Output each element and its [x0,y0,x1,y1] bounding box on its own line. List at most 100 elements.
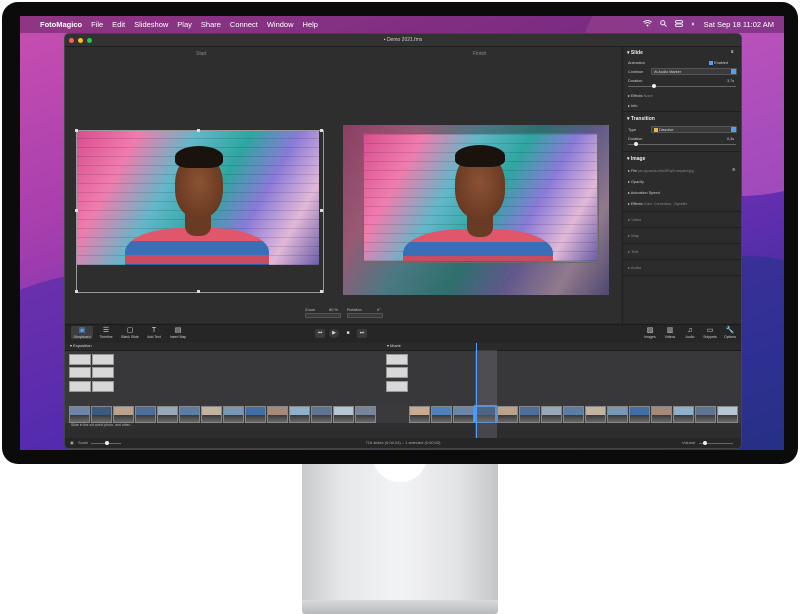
volume-slider[interactable] [699,441,733,445]
slide-settings-icon[interactable]: ⌸ [731,50,733,54]
resize-handle[interactable] [75,209,78,212]
slide-info-row[interactable]: ▸ Info [628,103,637,108]
text-box[interactable] [69,367,91,378]
menu-clock[interactable]: Sat Sep 18 11:02 AM [704,20,774,29]
slide-thumbnail[interactable] [585,406,606,423]
transition-type-select[interactable]: Dissolve [651,126,737,133]
slide-thumbnail[interactable] [607,406,628,423]
slide-thumbnail[interactable] [629,406,650,423]
image-effects-row[interactable]: ▸ Effects Color Correction, Vignette [628,201,687,206]
slide-thumbnail[interactable] [245,406,266,423]
resize-handle[interactable] [75,129,78,132]
text-section[interactable]: ▸ Text [628,249,638,254]
menu-app-name[interactable]: FotoMagico [40,20,82,29]
next-button[interactable]: ⏭ [357,329,367,338]
rotation-value[interactable]: 0° [377,307,381,312]
text-box[interactable] [92,367,114,378]
map-section[interactable]: ▸ Map [628,233,639,238]
slide-thumbnail[interactable] [431,406,452,423]
menu-share[interactable]: Share [201,20,221,29]
menu-connect[interactable]: Connect [230,20,258,29]
slide-thumbnail[interactable] [289,406,310,423]
text-box[interactable] [92,381,114,392]
storyboard-button[interactable]: ▣ Storyboard [71,326,93,339]
image-file-row[interactable]: ▸ File joe-ogunsola-ulthv3RVqM-unsplash.… [628,168,694,173]
stop-button[interactable]: ■ [343,329,353,338]
gear-icon[interactable]: ⚙ [732,167,735,172]
text-box[interactable] [386,367,408,378]
slide-thumbnail[interactable] [673,406,694,423]
siri-icon[interactable]: ◐ [691,21,695,28]
slide-thumbnail[interactable] [355,406,376,423]
transition-section-title[interactable]: ▾ Transition [627,116,655,122]
transition-duration-slider[interactable] [628,142,736,146]
menu-play[interactable]: Play [177,20,192,29]
snippets-button[interactable]: ▭ Snippets [699,326,721,339]
finish-crop-frame[interactable] [363,133,599,263]
play-button[interactable]: ▶ [329,329,339,338]
start-crop-frame[interactable] [76,130,324,293]
menu-edit[interactable]: Edit [112,20,125,29]
resize-handle[interactable] [320,209,323,212]
menu-file[interactable]: File [91,20,103,29]
slide-thumbnail[interactable] [563,406,584,423]
control-center-icon[interactable] [675,20,684,29]
slider-knob[interactable] [634,142,638,146]
slide-thumbnail[interactable] [201,406,222,423]
video-section[interactable]: ▸ Video [628,217,641,222]
slide-thumbnail[interactable] [651,406,672,423]
slider-knob[interactable] [703,441,707,445]
resize-handle[interactable] [320,290,323,293]
menu-help[interactable]: Help [303,20,318,29]
audio-button[interactable]: ♫ Audio [679,326,701,339]
slide-thumbnail[interactable] [135,406,156,423]
resize-handle[interactable] [320,129,323,132]
slide-thumbnail[interactable] [113,406,134,423]
slide-thumbnail[interactable] [409,406,430,423]
options-button[interactable]: 🔧 Options [719,326,741,339]
wifi-icon[interactable] [643,20,653,29]
animation-speed-row[interactable]: ▸ Animation Speed [628,190,660,195]
previous-button[interactable]: ⏮ [315,329,325,338]
search-icon[interactable] [660,20,668,29]
slide-thumbnail[interactable] [695,406,716,423]
zoom-value[interactable]: 80 % [329,307,338,312]
text-box[interactable] [69,381,91,392]
slider-knob[interactable] [652,84,656,88]
time-ruler[interactable] [65,343,741,351]
slide-thumbnail[interactable] [497,406,518,423]
menu-slideshow[interactable]: Slideshow [134,20,168,29]
image-section-title[interactable]: ▾ Image [627,156,645,162]
text-box[interactable] [386,381,408,392]
text-box[interactable] [69,354,91,365]
rotation-field[interactable] [347,313,383,318]
slide-section-title[interactable]: ▾ Slide [627,50,643,56]
slide-duration-slider[interactable] [628,84,736,88]
text-box[interactable] [92,354,114,365]
text-box[interactable] [386,354,408,365]
audio-section[interactable]: ▸ Audio [628,265,641,270]
videos-button[interactable]: ▥ Videos [659,326,681,339]
slide-thumbnail[interactable] [333,406,354,423]
slide-thumbnail[interactable] [541,406,562,423]
resize-handle[interactable] [75,290,78,293]
slide-thumbnail[interactable] [519,406,540,423]
slide-thumbnail[interactable] [267,406,288,423]
menu-window[interactable]: Window [267,20,294,29]
add-text-button[interactable]: T Add Text [143,326,165,339]
opacity-row[interactable]: ▸ Opacity [628,179,644,184]
blank-slide-button[interactable]: ▢ Blank Slide [119,326,141,339]
insert-map-button[interactable]: ▤ Insert Map [167,326,189,339]
resize-handle[interactable] [197,129,200,132]
slide-thumbnail[interactable] [223,406,244,423]
resize-handle[interactable] [197,290,200,293]
caption-text[interactable]: Slide in the old world photo, and other.… [71,423,133,427]
continue-select[interactable]: At Audio Marker [651,68,737,75]
slide-thumbnail[interactable] [179,406,200,423]
zoom-field[interactable] [305,313,341,318]
slide-thumbnail[interactable] [717,406,738,423]
slide-thumbnail[interactable] [69,406,90,423]
slide-effects-row[interactable]: ▸ Effects None [628,93,653,98]
playhead[interactable] [476,343,477,438]
slide-thumbnail[interactable] [311,406,332,423]
